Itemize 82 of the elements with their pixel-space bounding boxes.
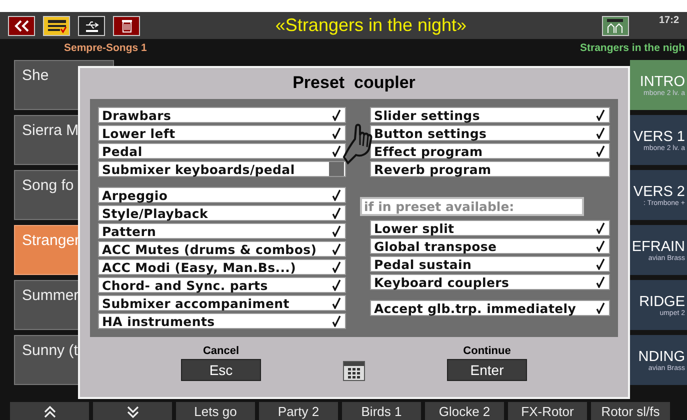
menu-button[interactable]	[43, 16, 70, 36]
option-row[interactable]: Pedal sustain	[370, 256, 610, 272]
option-label: Effect program	[374, 144, 483, 158]
menu-icon	[46, 18, 68, 34]
check-icon	[331, 315, 341, 327]
check-icon	[331, 297, 341, 309]
check-icon	[331, 127, 341, 139]
check-icon	[595, 145, 605, 157]
back-button[interactable]	[8, 16, 35, 36]
part-label: NDING	[638, 348, 685, 364]
option-label: Lower split	[374, 220, 454, 236]
part-label: RIDGE	[639, 294, 685, 310]
option-row[interactable]: Lower split	[370, 220, 610, 236]
dialog-title: Preset coupler	[292, 73, 416, 93]
check-icon	[331, 145, 341, 157]
continue-button[interactable]: Enter	[447, 359, 527, 381]
option-row[interactable]: Arpeggio	[98, 187, 346, 203]
check-icon	[331, 189, 341, 201]
check-icon	[595, 222, 605, 234]
double-chevron-up-icon	[42, 404, 56, 420]
option-label: Pedal sustain	[374, 256, 472, 272]
option-row[interactable]: Accept glb.trp. immediately	[370, 300, 610, 316]
option-row[interactable]: ACC Mutes (drums & combos)	[98, 241, 346, 257]
option-label: Slider settings	[374, 108, 480, 122]
option-row[interactable]: Reverb program	[370, 161, 610, 177]
shift-button[interactable]	[602, 16, 629, 36]
option-row[interactable]: Style/Playback	[98, 205, 346, 221]
check-icon	[595, 258, 605, 270]
info-field: if in preset available:	[360, 197, 584, 216]
option-label: Global transpose	[374, 238, 497, 254]
option-row[interactable]: Pattern	[98, 223, 346, 239]
check-icon	[595, 276, 605, 288]
option-row[interactable]: ACC Modi (Easy, Man.Bs...)	[98, 259, 346, 275]
option-row[interactable]: HA instruments	[98, 313, 346, 329]
preset-button[interactable]: Birds 1	[342, 402, 421, 420]
option-row[interactable]: Slider settings	[370, 107, 610, 123]
option-row[interactable]: Lower left	[98, 125, 346, 141]
option-row[interactable]: Button settings	[370, 125, 610, 141]
disabled-checkbox	[329, 162, 344, 176]
option-row[interactable]: Chord- and Sync. parts	[98, 277, 346, 293]
keypad-icon	[343, 361, 365, 381]
option-label: Button settings	[374, 126, 487, 140]
preset-button[interactable]: Party 2	[259, 402, 338, 420]
cancel-button[interactable]: Esc	[181, 359, 261, 381]
check-icon	[331, 225, 341, 237]
check-icon	[331, 261, 341, 273]
song-title: «Strangers in the night»	[274, 15, 468, 36]
check-icon	[331, 243, 341, 255]
part-label: VERS 2	[633, 184, 685, 200]
option-row[interactable]: Keyboard couplers	[370, 274, 610, 290]
scroll-up-button[interactable]	[10, 402, 89, 420]
check-icon	[595, 302, 605, 314]
trash-button[interactable]	[113, 16, 140, 36]
preset-button[interactable]: FX-Rotor	[508, 402, 587, 420]
option-row[interactable]: Submixer accompaniment	[98, 295, 346, 311]
button-caption: Continue	[463, 345, 511, 357]
bank-name: Sempre-Songs 1	[64, 42, 147, 55]
check-icon	[595, 240, 605, 252]
check-icon	[331, 109, 341, 121]
check-icon	[331, 279, 341, 291]
part-label: VERS 1	[633, 128, 685, 144]
button-caption: Cancel	[202, 345, 240, 357]
clock-time: 17:2	[658, 15, 679, 26]
option-label: Reverb program	[374, 162, 492, 176]
usb-button[interactable]	[78, 16, 105, 36]
preset-button[interactable]: Glocke 2	[425, 402, 504, 420]
preset-button[interactable]: Lets go	[176, 402, 255, 420]
part-label: EFRAIN	[632, 238, 685, 254]
song-name: Strangers in the nigh	[580, 42, 685, 55]
option-row[interactable]: Drawbars	[98, 107, 346, 123]
option-row[interactable]: Global transpose	[370, 238, 610, 254]
check-icon	[331, 207, 341, 219]
option-label: Accept glb.trp. immediately	[374, 300, 576, 316]
option-row[interactable]: Pedal	[98, 143, 346, 159]
preset-button[interactable]: Rotor sl/fs	[591, 402, 670, 420]
double-chevron-down-icon	[126, 404, 140, 420]
scroll-down-button[interactable]	[93, 402, 172, 420]
check-icon	[595, 109, 605, 121]
option-label: Keyboard couplers	[374, 274, 510, 290]
option-row[interactable]: Effect program	[370, 143, 610, 159]
part-label: INTRO	[640, 74, 685, 90]
check-icon	[595, 127, 605, 139]
